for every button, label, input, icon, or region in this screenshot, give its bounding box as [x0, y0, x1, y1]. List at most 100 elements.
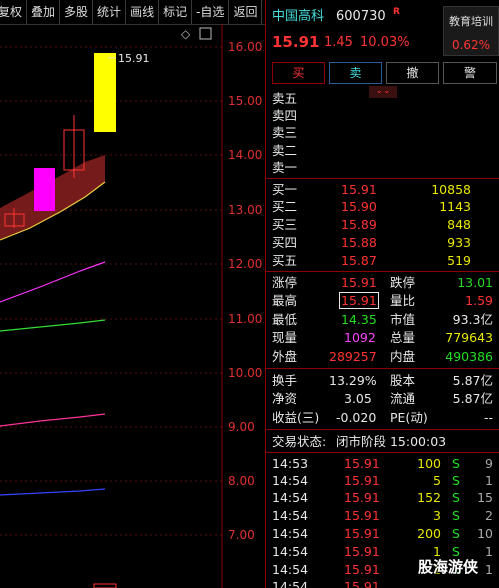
tick-count: 2: [485, 508, 493, 523]
outer-volume-value: 289257: [329, 349, 377, 364]
bid-volume: 933: [447, 235, 471, 250]
limit-down-value: 13.01: [457, 275, 493, 290]
toolbar-multi-stock-button[interactable]: 多股: [60, 0, 94, 24]
tick-volume: 152: [417, 490, 441, 505]
tick-side: S: [452, 456, 460, 471]
toolbar-back-button[interactable]: 返回: [229, 0, 263, 24]
tick-count: 10: [477, 526, 493, 541]
tick-price: 15.91: [344, 473, 380, 488]
tick-side: S: [452, 508, 460, 523]
tick-volume: 3: [433, 508, 441, 523]
inner-volume-value: 490386: [445, 349, 493, 364]
bid-row: 买四 15.88 933: [266, 234, 499, 251]
tick-price: 15.91: [344, 526, 380, 541]
net-assets-label: 净资: [272, 391, 298, 406]
tick-volume: 5: [433, 473, 441, 488]
tick-side: S: [452, 473, 460, 488]
stock-name[interactable]: 中国高科: [272, 8, 324, 25]
ma-line-magenta: [0, 261, 106, 303]
tick-time: 14:54: [272, 473, 309, 488]
ask-label: 卖二: [272, 143, 298, 158]
bid-price: 15.88: [341, 235, 377, 250]
kline-chart[interactable]: 15.91 ◇: [0, 24, 265, 588]
bid-label: 买四: [272, 235, 298, 250]
bid-row: 买五 15.87 519: [266, 252, 499, 269]
fundamentals-row: 换手 13.29% 股本 5.87亿: [266, 372, 499, 389]
cancel-order-button[interactable]: 撤: [386, 62, 439, 84]
price-label: 13.00: [228, 203, 263, 217]
trade-status-label: 交易状态:: [272, 434, 327, 449]
ask-label: 卖四: [272, 108, 298, 123]
toolbar-overlay-button[interactable]: 叠加: [27, 0, 61, 24]
last-volume-label: 现量: [272, 330, 298, 345]
high-value: 15.91: [339, 292, 379, 309]
ask-label: 卖一: [272, 160, 298, 175]
ask-row: 卖一: [266, 159, 499, 176]
toolbar-draw-line-button[interactable]: 画线: [126, 0, 160, 24]
ticks-separator: [266, 452, 499, 453]
total-volume-label: 总量: [390, 330, 416, 345]
bid-label: 买一: [272, 182, 298, 197]
stats-row: 涨停 15.91 跌停 13.01: [266, 274, 499, 291]
volume-ratio-value: 1.59: [465, 293, 493, 308]
bid-row: 买二 15.90 1143: [266, 198, 499, 215]
toolbar-adjust-button[interactable]: 复权: [0, 0, 28, 24]
share-capital-label: 股本: [390, 373, 416, 388]
volume-ratio-label: 量比: [390, 293, 416, 308]
inner-volume-label: 内盘: [390, 349, 416, 364]
bid-price: 15.87: [341, 253, 377, 268]
price-label: 12.00: [228, 257, 263, 271]
chart-toolbar: 复权 叠加 多股 统计 画线 标记 -自选 返回: [0, 0, 265, 25]
bid-price: 15.89: [341, 217, 377, 232]
fundamentals-row: 净资 3.05 流通 5.87亿: [266, 390, 499, 407]
tick-price: 15.91: [344, 579, 380, 588]
ask-row: 卖三: [266, 124, 499, 141]
toolbar-stats-button[interactable]: 统计: [93, 0, 127, 24]
toolbar-mark-button[interactable]: 标记: [159, 0, 193, 24]
tick-price: 15.91: [344, 562, 380, 577]
tick-time: 14:53: [272, 456, 309, 471]
bid-price: 15.91: [341, 182, 377, 197]
alert-button[interactable]: 警: [443, 62, 497, 84]
tick-volume: 200: [417, 526, 441, 541]
trade-status-row: 交易状态: 闭市阶段 15:00:03: [266, 433, 499, 450]
total-volume-value: 779643: [445, 330, 493, 345]
turnover-label: 换手: [272, 373, 298, 388]
low-label: 最低: [272, 312, 298, 327]
stats-separator: [266, 271, 499, 272]
order-book-separator: [266, 178, 499, 179]
market-cap-value: 93.3亿: [452, 312, 493, 327]
sell-button[interactable]: 卖: [329, 62, 382, 84]
ask-label: 卖五: [272, 91, 298, 106]
tick-time: 14:54: [272, 526, 309, 541]
ma-line-green: [0, 319, 106, 332]
price-label: 14.00: [228, 148, 263, 162]
sector-box[interactable]: 教育培训 0.62%: [443, 6, 499, 56]
bid-label: 买五: [272, 253, 298, 268]
bid-row: 买一 15.91 10858: [266, 181, 499, 198]
stats-row: 外盘 289257 内盘 490386: [266, 348, 499, 365]
status-separator: [266, 429, 499, 430]
tick-count: 1: [485, 544, 493, 559]
tick-price: 15.91: [344, 456, 380, 471]
square-icon: [199, 27, 212, 40]
price-change: 1.45: [324, 35, 353, 50]
tick-time: 14:54: [272, 508, 309, 523]
bid-row: 买三 15.89 848: [266, 216, 499, 233]
tick-price: 15.91: [344, 490, 380, 505]
share-capital-value: 5.87亿: [452, 373, 493, 388]
buy-button[interactable]: 买: [272, 62, 325, 84]
quote-panel: 中国高科 600730 R 15.91 1.45 10.03% 教育培训 0.6…: [266, 0, 499, 588]
bid-volume: 848: [447, 217, 471, 232]
tick-time: 14:54: [272, 544, 309, 559]
current-price: 15.91: [272, 33, 320, 51]
toolbar-remove-watchlist-button[interactable]: -自选: [192, 0, 230, 24]
tick-row: 14:54 15.91: [266, 578, 499, 588]
limit-down-label: 跌停: [390, 275, 416, 290]
high-marker-label: 15.91: [118, 52, 150, 65]
tick-count: 1: [485, 562, 493, 577]
tick-side: S: [452, 526, 460, 541]
tick-price: 15.91: [344, 544, 380, 559]
pe-value: --: [483, 410, 493, 425]
kline-chart-panel[interactable]: 复权 叠加 多股 统计 画线 标记 -自选 返回 15.91 ◇ 16.00 1…: [0, 0, 265, 588]
